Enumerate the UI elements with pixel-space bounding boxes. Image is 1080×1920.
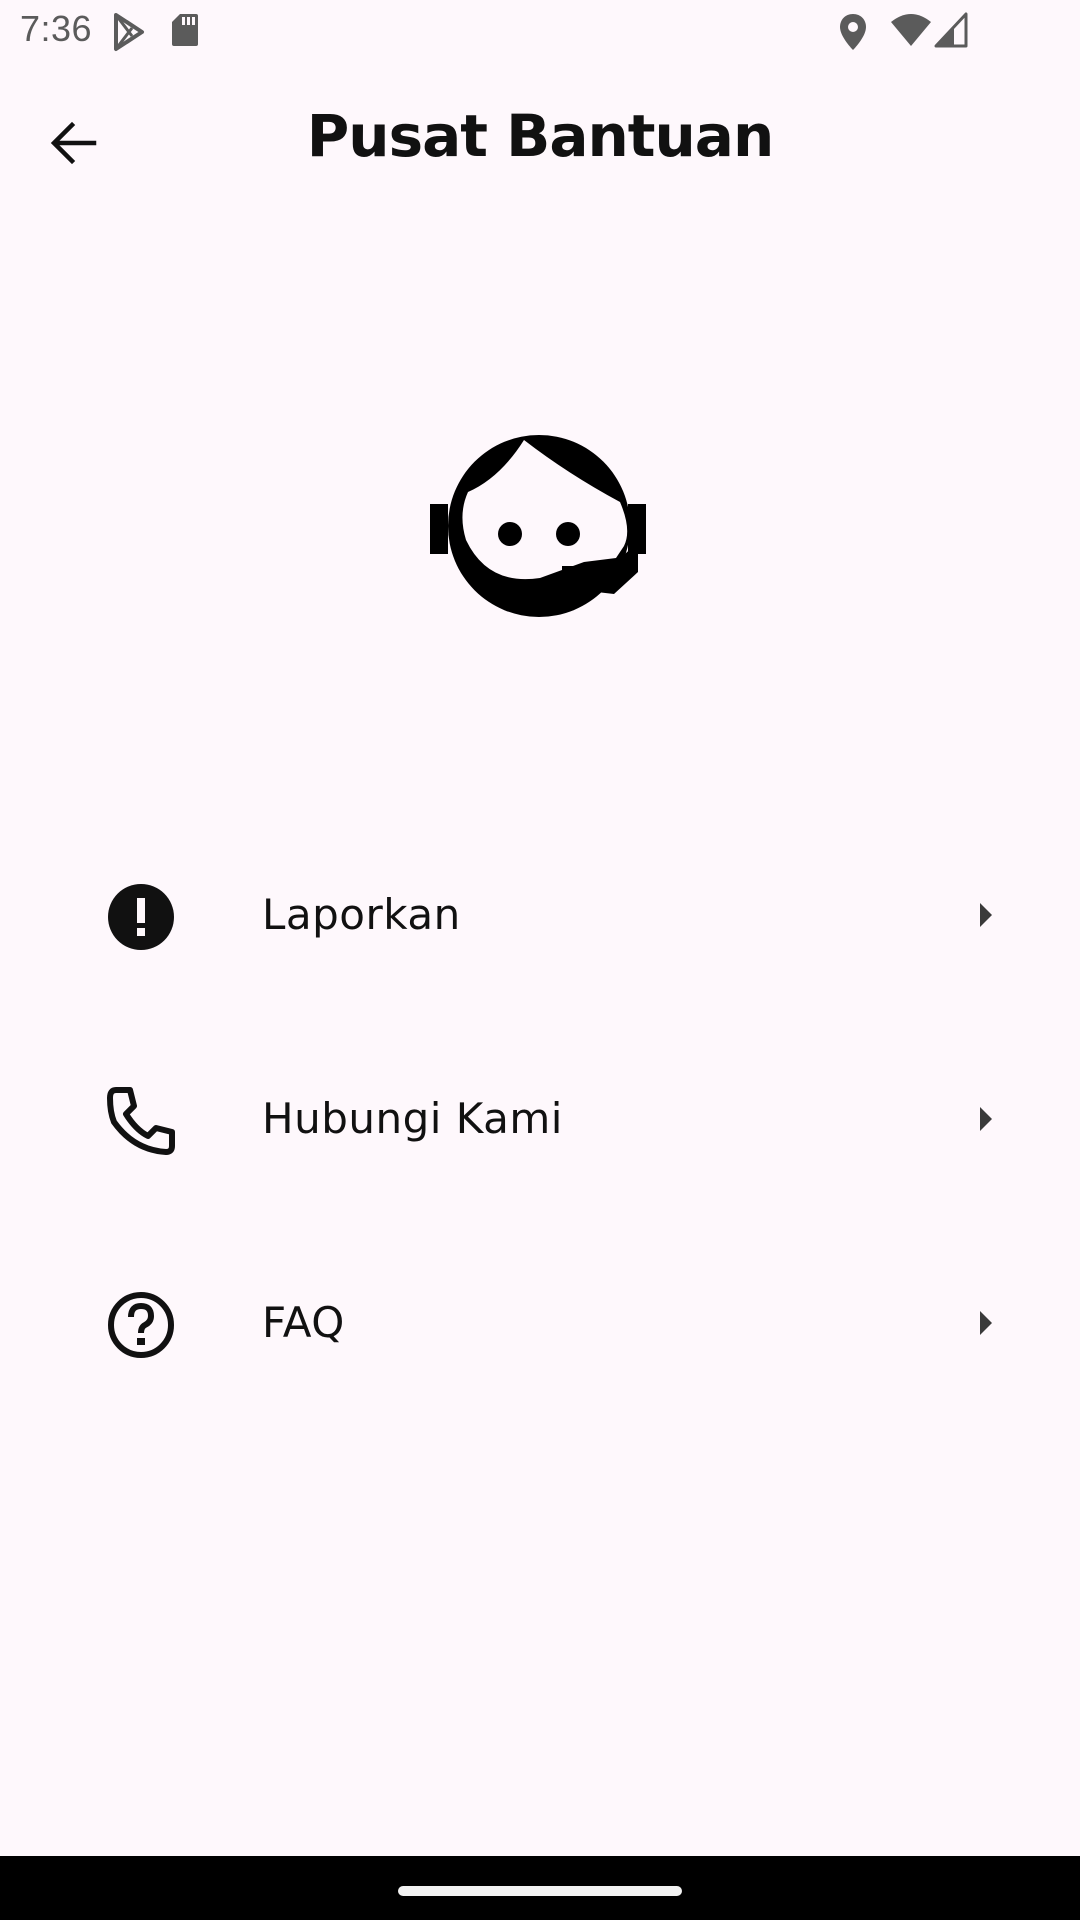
menu-item-label: Laporkan: [262, 890, 461, 939]
gesture-handle[interactable]: [398, 1886, 682, 1896]
phone-icon: [106, 1086, 176, 1156]
menu-item-label: Hubungi Kami: [262, 1094, 563, 1143]
menu-item-laporkan[interactable]: Laporkan: [0, 812, 1080, 1016]
support-agent-icon: [428, 422, 652, 628]
status-bar: 7:36: [0, 0, 1080, 64]
app-bar: Pusat Bantuan: [0, 80, 1080, 196]
help-menu-list: Laporkan Hubungi Kami FAQ: [0, 812, 1080, 1424]
system-nav-bar: [0, 1856, 1080, 1920]
arrow-right-icon: [976, 1308, 996, 1338]
wifi-icon: [890, 12, 932, 52]
play-store-icon: [110, 12, 148, 56]
sd-card-icon: [170, 12, 200, 52]
location-icon: [836, 12, 870, 56]
arrow-right-icon: [976, 900, 996, 930]
help-icon: [106, 1290, 176, 1360]
menu-item-hubungi-kami[interactable]: Hubungi Kami: [0, 1016, 1080, 1220]
cell-signal-icon: [934, 12, 968, 52]
menu-item-faq[interactable]: FAQ: [0, 1220, 1080, 1424]
page-title: Pusat Bantuan: [306, 102, 774, 170]
report-icon: [106, 882, 176, 952]
help-center-screen: 7:36 Pusat Bantuan Laporkan Hubungi Kami…: [0, 0, 1080, 1920]
menu-item-label: FAQ: [262, 1298, 345, 1347]
arrow-right-icon: [976, 1104, 996, 1134]
status-time: 7:36: [20, 8, 93, 49]
